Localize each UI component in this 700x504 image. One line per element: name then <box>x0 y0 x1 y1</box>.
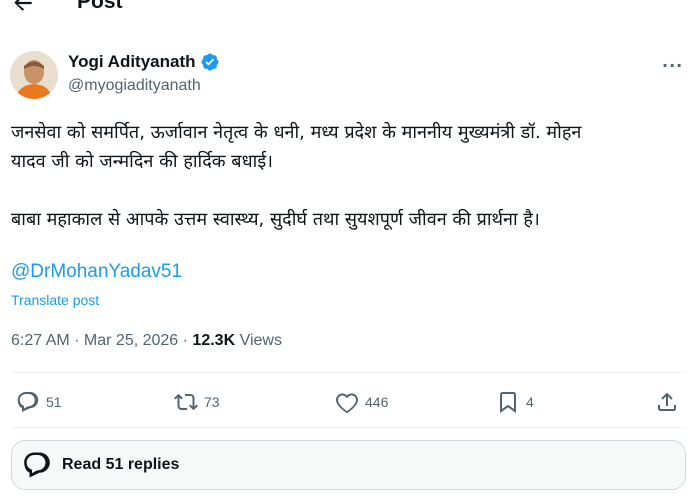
post-meta: 6:27 AM · Mar 25, 2026 · 12.3K Views <box>11 332 282 350</box>
action-bar: 51 73 446 4 <box>0 384 700 420</box>
share-button[interactable] <box>655 390 679 414</box>
more-options-button[interactable]: ··· <box>662 56 683 75</box>
post-line: जनसेवा को समर्पित, ऊर्जावान नेतृत्व के ध… <box>11 122 582 143</box>
mention-link[interactable]: @DrMohanYadav51 <box>11 261 182 283</box>
bookmark-count: 4 <box>526 394 534 410</box>
author-handle[interactable]: @myogiadityanath <box>68 77 201 95</box>
author-name[interactable]: Yogi Adityanath <box>68 52 196 72</box>
repost-icon <box>174 393 198 411</box>
like-count: 446 <box>365 394 389 410</box>
bookmark-button[interactable]: 4 <box>496 390 534 414</box>
reply-icon <box>17 392 39 412</box>
views-count: 12.3K <box>192 332 236 349</box>
page-title: Post <box>77 0 123 13</box>
reply-button[interactable]: 51 <box>16 390 62 414</box>
post-timestamp[interactable]: 6:27 AM · Mar 25, 2026 · <box>11 332 192 349</box>
post-line: बाबा महाकाल से आपके उत्तम स्वास्थ्य, सुद… <box>11 209 540 230</box>
repost-count: 73 <box>204 394 220 410</box>
heart-icon <box>336 393 358 414</box>
read-replies-button[interactable]: Read 51 replies <box>11 440 686 490</box>
reply-count: 51 <box>46 394 62 410</box>
repost-button[interactable]: 73 <box>174 390 220 414</box>
views-label: Views <box>235 332 282 349</box>
reply-icon <box>24 452 50 478</box>
divider <box>11 427 686 428</box>
translate-post-link[interactable]: Translate post <box>11 292 99 308</box>
arrow-left-icon[interactable] <box>10 0 36 16</box>
author-name-row[interactable]: Yogi Adityanath <box>68 52 220 72</box>
read-replies-label: Read 51 replies <box>62 456 180 473</box>
page-header: Post <box>0 0 700 22</box>
post-text: जनसेवा को समर्पित, ऊर्जावान नेतृत्व के ध… <box>11 118 681 234</box>
bookmark-icon <box>500 392 516 413</box>
avatar[interactable] <box>10 51 58 99</box>
share-icon <box>658 392 676 411</box>
post-line: यादव जी को जन्मदिन की हार्दिक बधाई। <box>11 151 273 172</box>
like-button[interactable]: 446 <box>335 390 388 414</box>
verified-badge-icon <box>200 53 219 71</box>
divider <box>11 372 686 373</box>
